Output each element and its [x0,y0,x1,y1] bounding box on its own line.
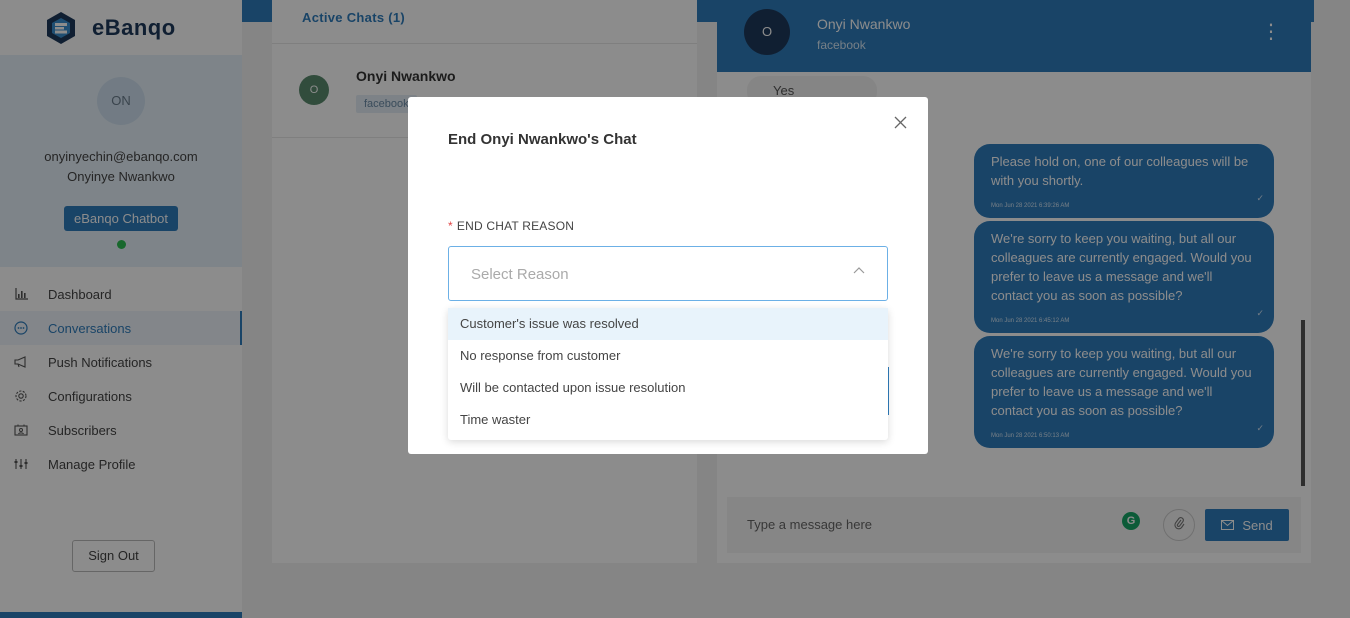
reason-option[interactable]: Customer's issue was resolved [448,308,888,340]
reason-dropdown: Customer's issue was resolved No respons… [448,308,888,440]
reason-option[interactable]: No response from customer [448,340,888,372]
modal-title: End Onyi Nwankwo's Chat [448,131,637,148]
required-marker: * [448,219,453,233]
end-chat-reason-label: * END CHAT REASON [448,219,575,233]
end-chat-reason-select[interactable]: Select Reason [448,246,888,301]
chevron-up-icon [853,265,865,277]
close-icon[interactable] [892,115,908,131]
reason-option[interactable]: Time waster [448,404,888,436]
select-placeholder: Select Reason [471,266,569,283]
reason-option[interactable]: Will be contacted upon issue resolution [448,372,888,404]
